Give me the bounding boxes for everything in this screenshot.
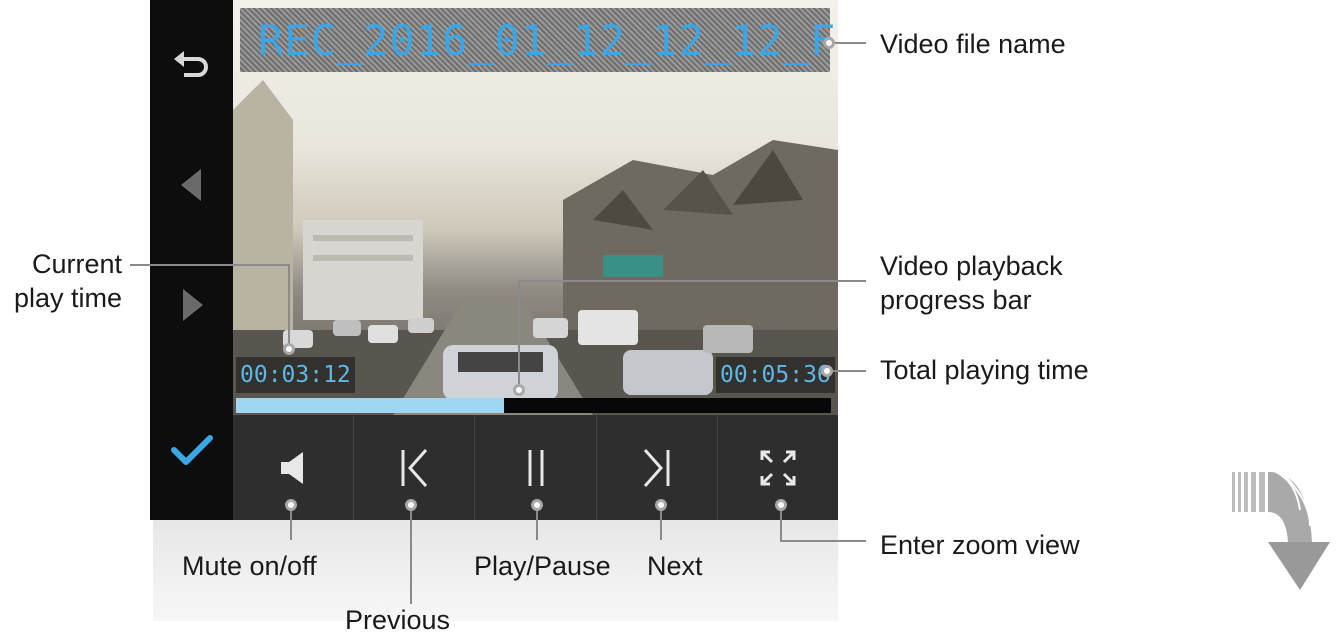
triangle-right-icon xyxy=(182,289,203,321)
leader-progress xyxy=(518,280,866,282)
leader-previous xyxy=(410,508,412,604)
label-progress-bar: Video playback progress bar xyxy=(880,251,1063,315)
back-button[interactable] xyxy=(150,30,233,100)
label-play-pause: Play/Pause xyxy=(474,551,611,581)
marker-previous xyxy=(405,499,417,511)
skip-next-icon xyxy=(643,448,670,487)
current-time: 00:03:12 xyxy=(236,357,355,393)
next-file-button[interactable] xyxy=(150,270,233,340)
leader-file-name xyxy=(834,42,866,44)
label-video-file-name: Video file name xyxy=(880,29,1066,59)
label-next: Next xyxy=(647,551,703,581)
leader-zoom xyxy=(780,540,866,542)
leader-progress-v xyxy=(518,280,520,387)
marker-file-name xyxy=(823,37,835,49)
label-enter-zoom-view: Enter zoom view xyxy=(880,530,1080,560)
skip-previous-icon xyxy=(401,448,428,487)
label-total-playing-time: Total playing time xyxy=(880,355,1089,385)
progress-fill xyxy=(236,398,504,413)
progress-bar[interactable] xyxy=(236,398,831,413)
leader-current-time xyxy=(130,264,288,266)
pause-icon xyxy=(528,449,543,486)
marker-progress xyxy=(513,384,525,396)
video-file-name: REC_2016_01_12_12_12_F xyxy=(258,15,837,65)
marker-total-time xyxy=(821,365,833,377)
file-name-bar: REC_2016_01_12_12_12_F xyxy=(240,8,835,72)
leader-play-pause xyxy=(536,508,538,540)
marker-zoom xyxy=(775,499,787,511)
label-mute: Mute on/off xyxy=(182,551,317,581)
sidebar xyxy=(150,0,233,520)
confirm-button[interactable] xyxy=(150,415,233,485)
leader-zoom-v xyxy=(780,508,782,540)
total-time: 00:05:36 xyxy=(716,357,835,393)
checkmark-icon xyxy=(170,435,213,465)
leader-mute xyxy=(290,508,292,540)
triangle-left-icon xyxy=(180,169,201,201)
expand-icon xyxy=(760,450,796,485)
marker-next xyxy=(655,499,667,511)
back-icon xyxy=(173,51,208,77)
previous-file-button[interactable] xyxy=(150,150,233,220)
leader-total-time xyxy=(830,370,866,372)
scroll-down-arrow-icon xyxy=(1232,471,1330,590)
leader-next xyxy=(660,508,662,540)
label-current-play-time: Current play time xyxy=(13,249,122,313)
marker-play-pause xyxy=(531,499,543,511)
marker-current-time xyxy=(283,343,295,355)
leader-current-time-v xyxy=(288,264,290,348)
speaker-icon xyxy=(281,451,304,484)
marker-mute xyxy=(285,499,297,511)
